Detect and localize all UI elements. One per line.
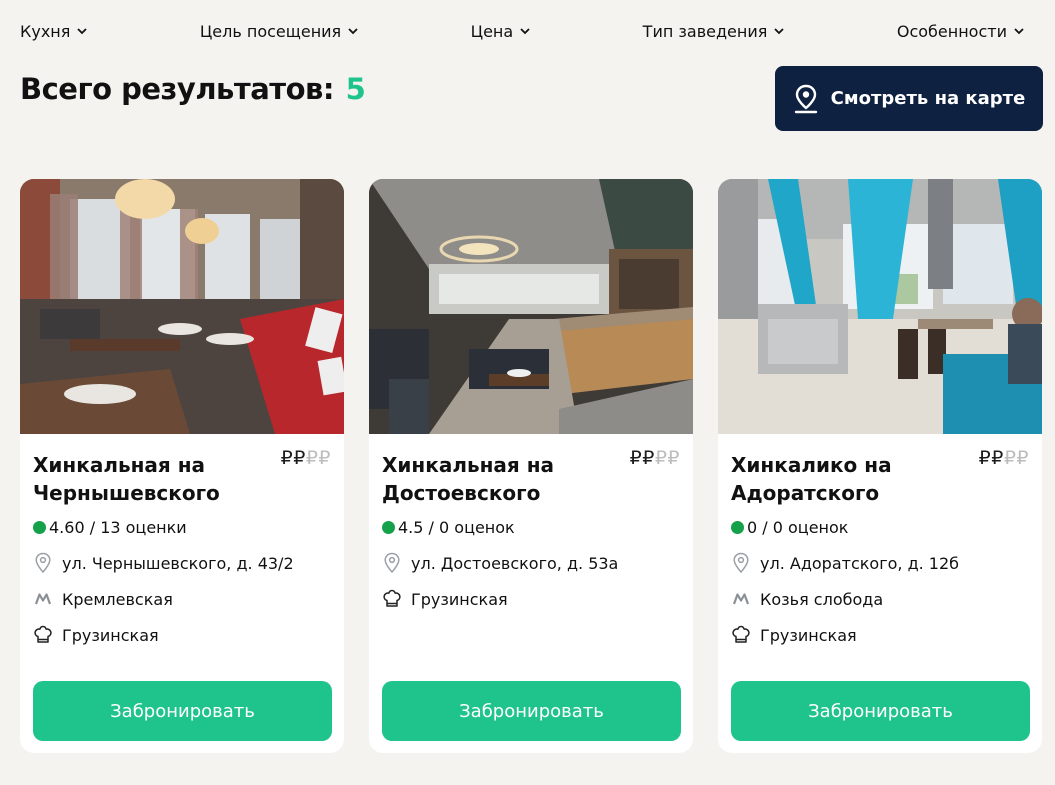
cuisine-text: Грузинская (760, 625, 857, 645)
rating-row: 4.5 / 0 оценок (382, 518, 515, 537)
chef-hat-icon (33, 625, 53, 645)
rating-row: 4.60 / 13 оценки (33, 518, 187, 537)
title-line: Чернышевского (33, 481, 220, 505)
price-level: ₽₽₽₽ (630, 447, 680, 469)
rating-row: 0 / 0 оценок (731, 518, 848, 537)
results-count: 5 (345, 72, 366, 106)
rating-text: 4.60 / 13 оценки (49, 518, 187, 537)
book-button[interactable]: Забронировать (731, 681, 1030, 741)
location-pin-icon (731, 552, 751, 574)
restaurant-photo (369, 179, 693, 434)
price-inactive: ₽₽ (1003, 447, 1029, 469)
filter-label: Тип заведения (642, 21, 768, 41)
price-active: ₽₽ (280, 447, 306, 469)
cuisine-text: Грузинская (62, 625, 159, 645)
filter-label: Цена (470, 21, 514, 41)
rating-dot-icon (731, 521, 744, 534)
rating-dot-icon (33, 521, 46, 534)
results-label: Всего результатов: (20, 72, 334, 106)
price-inactive: ₽₽ (654, 447, 680, 469)
chevron-down-icon (1014, 28, 1024, 35)
rating-dot-icon (382, 521, 395, 534)
price-inactive: ₽₽ (305, 447, 331, 469)
address-row: ул. Достоевского, д. 53а (382, 552, 619, 574)
cuisine-text: Грузинская (411, 589, 508, 609)
title-line: Достоевского (382, 481, 541, 505)
metro-row: Кремлевская (33, 589, 173, 609)
book-button[interactable]: Забронировать (33, 681, 332, 741)
view-on-map-button[interactable]: Смотреть на карте (775, 66, 1043, 131)
chevron-down-icon (77, 28, 88, 35)
restaurant-title[interactable]: Хинкальная на Чернышевского (33, 451, 253, 507)
filter-visit-purpose[interactable]: Цель посещения (200, 22, 359, 41)
filter-venue-type[interactable]: Тип заведения (643, 22, 786, 41)
metro-text: Кремлевская (62, 589, 173, 609)
address-text: ул. Чернышевского, д. 43/2 (62, 553, 294, 573)
title-line: Хинкалико на (731, 453, 892, 477)
location-pin-icon (382, 552, 402, 574)
cuisine-row: Грузинская (33, 625, 159, 645)
price-active: ₽₽ (978, 447, 1004, 469)
restaurant-photo (718, 179, 1042, 434)
book-button[interactable]: Забронировать (382, 681, 681, 741)
filter-label: Особенности (896, 21, 1007, 41)
restaurant-photo (20, 179, 344, 434)
price-active: ₽₽ (629, 447, 655, 469)
rating-text: 0 / 0 оценок (747, 518, 849, 537)
filters-bar: Кухня Цель посещения Цена Тип заведения … (20, 20, 1025, 42)
restaurant-card[interactable]: Хинкалико на Адоратского ₽₽₽₽ 0 / 0 оцен… (718, 179, 1042, 753)
restaurant-title[interactable]: Хинкалико на Адоратского (731, 451, 951, 507)
metro-icon (731, 589, 751, 609)
location-pin-icon (33, 552, 53, 574)
filter-label: Кухня (20, 21, 71, 41)
map-button-label: Смотреть на карте (830, 88, 1026, 109)
filter-label: Цель посещения (199, 21, 342, 41)
map-pin-icon (794, 84, 817, 113)
restaurant-card[interactable]: Хинкальная на Достоевского ₽₽₽₽ 4.5 / 0 … (369, 179, 693, 753)
chevron-down-icon (774, 28, 785, 35)
cuisine-row: Грузинская (382, 589, 508, 609)
price-level: ₽₽₽₽ (979, 447, 1029, 469)
address-text: ул. Достоевского, д. 53а (411, 553, 619, 573)
address-row: ул. Чернышевского, д. 43/2 (33, 552, 294, 574)
restaurant-title[interactable]: Хинкальная на Достоевского (382, 451, 602, 507)
address-row: ул. Адоратского, д. 12б (731, 552, 960, 574)
chef-hat-icon (731, 625, 751, 645)
title-line: Хинкальная на (33, 453, 206, 477)
filter-cuisine[interactable]: Кухня (20, 22, 88, 41)
price-level: ₽₽₽₽ (281, 447, 331, 469)
filter-features[interactable]: Особенности (897, 22, 1025, 41)
title-line: Адоратского (731, 481, 880, 505)
filter-price[interactable]: Цена (471, 22, 532, 41)
chevron-down-icon (520, 28, 530, 35)
title-line: Хинкальная на (382, 453, 555, 477)
results-heading: Всего результатов: 5 (20, 72, 366, 106)
metro-text: Козья слобода (760, 589, 884, 609)
metro-icon (33, 589, 53, 609)
restaurant-card[interactable]: Хинкальная на Чернышевского ₽₽₽₽ 4.60 / … (20, 179, 344, 753)
metro-row: Козья слобода (731, 589, 883, 609)
address-text: ул. Адоратского, д. 12б (760, 553, 960, 573)
rating-text: 4.5 / 0 оценок (398, 518, 515, 537)
chevron-down-icon (348, 28, 358, 35)
chef-hat-icon (382, 589, 402, 609)
cuisine-row: Грузинская (731, 625, 857, 645)
